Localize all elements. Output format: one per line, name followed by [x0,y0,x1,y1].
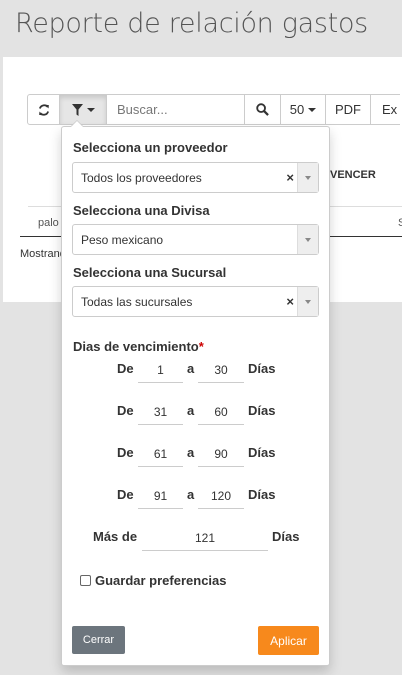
unit-label: Días [248,361,276,376]
pagination-info: Mostrand [20,248,66,260]
table-cell: palo [38,217,59,229]
from-word: De [117,361,134,376]
save-preferences-label: Guardar preferencias [95,573,227,588]
apply-button[interactable]: Aplicar [258,626,319,655]
unit-label: Días [248,445,276,460]
filter-dropdown: Selecciona un proveedor Todos los provee… [61,126,330,666]
divisa-value: Peso mexicano [81,232,164,247]
range-to-input[interactable]: 60 [198,401,244,425]
refresh-button[interactable] [27,94,60,125]
pdf-button[interactable]: PDF [325,94,371,125]
to-word: a [187,445,195,460]
from-word: De [117,487,134,502]
range-row: De 1 a 30 Días [62,359,331,383]
divisa-select[interactable]: Peso mexicano [72,224,319,255]
proveedor-label: Selecciona un proveedor [73,140,228,155]
range-from-input[interactable]: 91 [138,485,183,509]
search-button[interactable] [244,94,281,125]
to-word: a [187,361,195,376]
save-preferences-row[interactable]: Guardar preferencias [80,573,227,588]
page-title: Reporte de relación gastos [15,8,368,39]
to-word: a [187,487,195,502]
from-word: De [117,445,134,460]
proveedor-value: Todos los proveedores [81,170,202,185]
sucursal-select[interactable]: Todas las sucursales × [72,286,319,317]
dropdown-arrow-icon[interactable] [297,163,318,192]
from-word: De [117,403,134,418]
page-size-value: 50 [289,102,305,117]
range-row: De 61 a 90 Días [62,443,331,467]
chevron-down-icon [308,107,317,112]
save-preferences-checkbox[interactable] [80,575,91,586]
vencimiento-label: Dias de vencimiento* [73,339,204,354]
export-button[interactable]: Ex [370,94,400,125]
range-from-input[interactable]: 31 [138,401,183,425]
table-cell: S [398,217,402,229]
page-size-dropdown[interactable]: 50 [280,94,326,125]
table-column-header: VENCER [330,169,376,181]
range-from-input[interactable]: 61 [138,443,183,467]
sucursal-value: Todas las sucursales [81,294,193,309]
dropdown-arrow-icon[interactable] [297,287,318,316]
chevron-down-icon [86,107,95,112]
sucursal-label: Selecciona una Sucursal [73,265,227,280]
range-to-input[interactable]: 90 [198,443,244,467]
range-to-input[interactable]: 120 [198,485,244,509]
more-than-row: Más de 121 Días [62,527,331,551]
unit-label: Días [248,403,276,418]
search-icon [256,103,269,116]
clear-icon[interactable]: × [286,170,294,185]
to-word: a [187,403,195,418]
unit-label: Días [248,487,276,502]
search-input[interactable]: Buscar... [106,94,245,125]
more-than-label: Más de [93,529,138,544]
range-row: De 31 a 60 Días [62,401,331,425]
vencimiento-label-text: Dias de vencimiento [73,339,199,354]
proveedor-select[interactable]: Todos los proveedores × [72,162,319,193]
dropdown-pointer-inner [71,121,83,127]
range-to-input[interactable]: 30 [198,359,244,383]
close-button[interactable]: Cerrar [72,626,125,654]
unit-label: Días [272,529,300,544]
dropdown-arrow-icon[interactable] [297,225,318,254]
refresh-icon [38,103,49,116]
range-row: De 91 a 120 Días [62,485,331,509]
more-than-input[interactable]: 121 [142,527,268,551]
clear-icon[interactable]: × [286,294,294,309]
filter-icon [71,103,83,116]
range-from-input[interactable]: 1 [138,359,183,383]
divisa-label: Selecciona una Divisa [73,203,210,218]
required-mark: * [198,339,204,354]
